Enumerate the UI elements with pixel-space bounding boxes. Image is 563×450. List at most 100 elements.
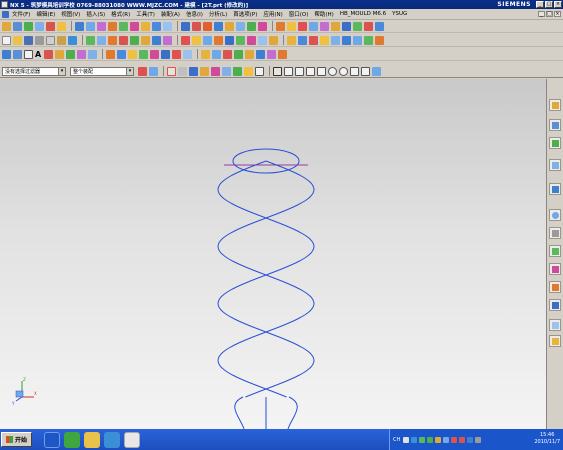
slider-icon[interactable]	[331, 21, 340, 31]
menu-ysug[interactable]: YSUG	[392, 11, 407, 17]
view-orient-icon[interactable]	[181, 21, 190, 31]
hd3d-tools-button[interactable]	[549, 159, 561, 171]
chamfer-curve-icon[interactable]	[55, 49, 65, 59]
edit-curve-icon[interactable]	[161, 49, 171, 59]
divide-curve-icon[interactable]	[150, 49, 160, 59]
tray-qq-icon[interactable]	[451, 436, 458, 443]
nx-taskbar-icon[interactable]	[124, 431, 141, 448]
bom-icon[interactable]	[375, 21, 384, 31]
project-curve-icon[interactable]	[106, 49, 116, 59]
intersect-icon[interactable]	[247, 35, 256, 45]
point-icon[interactable]	[24, 21, 33, 31]
revolve-icon[interactable]	[86, 21, 95, 31]
cut-icon[interactable]	[35, 35, 44, 45]
render-icon[interactable]	[258, 21, 267, 31]
tray-network-icon[interactable]	[419, 436, 426, 443]
menu-tools[interactable]: 工具(T)	[136, 10, 155, 18]
intersection-snap-icon[interactable]	[317, 66, 326, 76]
browser-app-icon[interactable]	[64, 431, 81, 448]
qq-app-icon[interactable]	[104, 431, 121, 448]
open-file-icon[interactable]	[13, 35, 22, 45]
tray-update-icon[interactable]	[467, 436, 474, 443]
menu-format[interactable]: 格式(R)	[111, 10, 130, 18]
runner-icon[interactable]	[342, 21, 351, 31]
graphics-window[interactable]: Z X Y	[0, 79, 546, 429]
wrap-curve-icon[interactable]	[139, 49, 149, 59]
datum-axis-icon[interactable]	[201, 49, 211, 59]
general-selection-icon[interactable]	[138, 66, 147, 76]
ime-indicator[interactable]: CH	[393, 437, 400, 443]
select-all-icon[interactable]	[149, 66, 158, 76]
quadrant-snap-icon[interactable]	[339, 66, 348, 76]
curve-offset-icon[interactable]	[66, 49, 76, 59]
plane-icon[interactable]	[35, 21, 44, 31]
curve-rule-icon[interactable]	[178, 66, 187, 76]
snap-point-icon[interactable]	[273, 66, 282, 76]
start-button[interactable]: 开始	[1, 432, 33, 447]
mould-wizard-icon[interactable]	[276, 21, 285, 31]
shell-icon[interactable]	[163, 21, 172, 31]
system-materials-button[interactable]	[549, 227, 561, 239]
boss-icon[interactable]	[269, 35, 278, 45]
snap-toggle-icon[interactable]	[167, 66, 176, 76]
fillet-curve-icon[interactable]	[44, 49, 54, 59]
doc-restore-button[interactable]: □	[546, 11, 553, 17]
sphere-icon[interactable]	[214, 35, 223, 45]
spline-icon[interactable]	[13, 21, 22, 31]
subtract-icon[interactable]	[236, 35, 245, 45]
close-button[interactable]: ×	[554, 1, 562, 8]
mirror-icon[interactable]	[119, 21, 128, 31]
type-filter-dropdown[interactable]: 没有选择过滤器 ▾	[2, 66, 66, 76]
start-menu-icon[interactable]	[2, 10, 9, 18]
hidden-edges-icon[interactable]	[225, 21, 234, 31]
paste-icon[interactable]	[57, 35, 66, 45]
existing-point-snap-icon[interactable]	[350, 66, 359, 76]
selection-scope-dropdown[interactable]: 整个装配 ▾	[70, 66, 134, 76]
wireframe-icon[interactable]	[214, 21, 223, 31]
offset-surface-icon[interactable]	[353, 35, 362, 45]
feature-rule-icon[interactable]	[233, 66, 242, 76]
cone-icon[interactable]	[203, 35, 212, 45]
menu-information[interactable]: 信息(I)	[186, 10, 203, 18]
menu-analysis[interactable]: 分析(L)	[209, 10, 227, 18]
extrude-icon[interactable]	[75, 21, 84, 31]
menu-hb-mould[interactable]: HB_MOULD M6.6	[340, 11, 386, 17]
join-curve-icon[interactable]	[88, 49, 98, 59]
bird-app-icon[interactable]	[44, 431, 61, 448]
pan-icon[interactable]	[119, 35, 128, 45]
bounded-plane-icon[interactable]	[309, 35, 318, 45]
minimize-button[interactable]: _	[536, 1, 544, 8]
display-mode-icon[interactable]	[192, 21, 201, 31]
menu-insert[interactable]: 插入(S)	[86, 10, 105, 18]
through-curves-icon[interactable]	[287, 35, 296, 45]
thicken-icon[interactable]	[331, 35, 340, 45]
tray-keyboard-icon[interactable]	[403, 436, 410, 443]
save-icon[interactable]	[24, 35, 33, 45]
snap-icon[interactable]	[375, 35, 384, 45]
undo-icon[interactable]	[68, 35, 77, 45]
arc-center-snap-icon[interactable]	[328, 66, 337, 76]
wcs-icon[interactable]	[245, 49, 255, 59]
frame-select-icon[interactable]	[255, 66, 264, 76]
reuse-library-button[interactable]	[549, 137, 561, 149]
block-icon[interactable]	[181, 35, 190, 45]
front-view-icon[interactable]	[152, 35, 161, 45]
mold-base-icon[interactable]	[309, 21, 318, 31]
rotate-icon[interactable]	[108, 35, 117, 45]
tray-usb-icon[interactable]	[475, 436, 482, 443]
process-studio-button[interactable]	[549, 245, 561, 257]
manufacturing-wizards-button[interactable]	[549, 263, 561, 275]
history-button[interactable]	[549, 209, 561, 221]
isometric-view-icon[interactable]	[141, 35, 150, 45]
extract-icon[interactable]	[342, 35, 351, 45]
file-explorer-icon[interactable]	[84, 431, 101, 448]
pattern-icon[interactable]	[130, 21, 139, 31]
offset-curve-icon[interactable]	[57, 21, 66, 31]
menu-edit[interactable]: 编辑(E)	[36, 10, 55, 18]
tray-shield-icon[interactable]	[427, 436, 434, 443]
intersect-curve-icon[interactable]	[117, 49, 127, 59]
copy-icon[interactable]	[46, 35, 55, 45]
tray-volume-icon[interactable]	[435, 436, 442, 443]
new-file-icon[interactable]	[2, 35, 11, 45]
blend-icon[interactable]	[141, 21, 150, 31]
